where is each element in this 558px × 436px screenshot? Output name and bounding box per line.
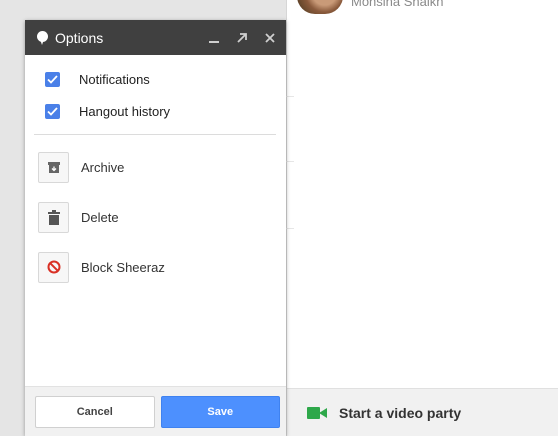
- pin-icon: [37, 30, 48, 45]
- dialog-titlebar: Options: [25, 20, 286, 55]
- block-button[interactable]: [38, 251, 69, 283]
- block-icon: [47, 260, 60, 274]
- archive-label: Archive: [81, 159, 125, 175]
- checkmark-icon: [47, 74, 58, 84]
- popout-arrow-icon: [237, 32, 247, 43]
- video-camera-icon: [307, 406, 327, 419]
- options-dialog: Options Notifications Hangout history Ar…: [25, 20, 286, 436]
- video-party-bar[interactable]: Start a video party: [287, 388, 558, 436]
- block-action[interactable]: Block Sheeraz: [25, 242, 286, 292]
- avatar: [297, 0, 343, 14]
- delete-action[interactable]: Delete: [25, 192, 286, 242]
- block-label: Block Sheeraz: [81, 259, 165, 275]
- divider: [286, 96, 294, 97]
- dialog-footer: Cancel Save: [25, 386, 286, 436]
- close-button[interactable]: [258, 26, 282, 50]
- trash-icon: [47, 209, 60, 225]
- archive-icon: [47, 161, 60, 173]
- notifications-label: Notifications: [79, 71, 150, 87]
- notifications-option[interactable]: Notifications: [25, 63, 286, 95]
- cancel-button[interactable]: Cancel: [35, 395, 155, 428]
- divider: [34, 134, 276, 135]
- contact-row[interactable]: Mohsina Shaikh: [297, 0, 444, 14]
- dialog-title: Options: [55, 29, 104, 46]
- hangout-history-option[interactable]: Hangout history: [25, 95, 286, 127]
- notifications-checkbox[interactable]: [45, 71, 60, 87]
- video-party-label: Start a video party: [339, 404, 462, 421]
- hangout-history-label: Hangout history: [79, 103, 171, 119]
- delete-label: Delete: [81, 209, 119, 225]
- checkmark-icon: [47, 106, 58, 116]
- hangout-history-checkbox[interactable]: [45, 103, 60, 119]
- save-button[interactable]: Save: [160, 395, 280, 428]
- minimize-icon: [209, 40, 219, 43]
- minimize-button[interactable]: [202, 26, 226, 50]
- contact-name: Mohsina Shaikh: [351, 0, 444, 9]
- conversation-panel: Mohsina Shaikh Start a video party: [286, 0, 558, 436]
- archive-action[interactable]: Archive: [25, 142, 286, 192]
- archive-button[interactable]: [38, 151, 69, 183]
- delete-button[interactable]: [38, 201, 69, 233]
- close-icon: [265, 32, 275, 43]
- divider: [286, 161, 294, 162]
- divider: [286, 228, 294, 229]
- popout-button[interactable]: [230, 26, 254, 50]
